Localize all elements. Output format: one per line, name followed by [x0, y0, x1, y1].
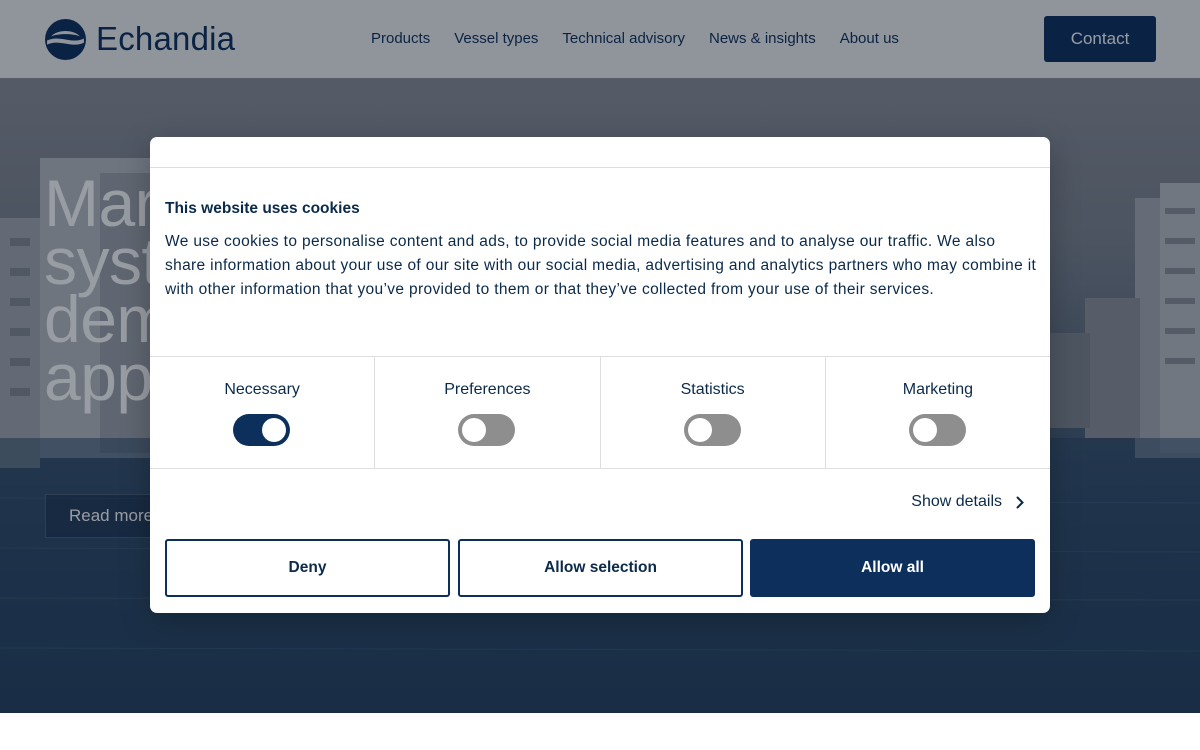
consent-categories: Necessary Preferences Statistics Marketi… [150, 356, 1050, 469]
show-details-link[interactable]: Show details [911, 493, 1024, 511]
toggle-knob [462, 418, 487, 442]
consent-label: Necessary [224, 381, 300, 398]
deny-button[interactable]: Deny [165, 539, 450, 597]
toggle-knob [262, 418, 287, 442]
consent-statistics: Statistics [601, 357, 826, 468]
allow-all-button[interactable]: Allow all [750, 539, 1035, 597]
chevron-right-icon [1016, 496, 1024, 508]
divider [150, 167, 1050, 168]
toggle-knob [687, 418, 712, 442]
allow-selection-button[interactable]: Allow selection [458, 539, 743, 597]
marketing-toggle[interactable] [908, 414, 966, 446]
consent-preferences: Preferences [375, 357, 601, 468]
preferences-toggle[interactable] [458, 414, 516, 446]
show-details-label: Show details [911, 493, 1002, 510]
statistics-toggle[interactable] [683, 414, 741, 446]
cookie-dialog-body: We use cookies to personalise content an… [165, 233, 1037, 298]
consent-label: Preferences [444, 381, 531, 398]
consent-label: Statistics [680, 381, 745, 398]
cookie-dialog-title: This website uses cookies [165, 200, 360, 217]
consent-marketing: Marketing [826, 357, 1050, 468]
consent-necessary: Necessary [150, 357, 376, 468]
toggle-knob [912, 418, 937, 442]
consent-label: Marketing [902, 381, 973, 398]
necessary-toggle[interactable] [233, 414, 291, 446]
cookie-consent-dialog: This website uses cookies We use cookies… [150, 137, 1050, 613]
